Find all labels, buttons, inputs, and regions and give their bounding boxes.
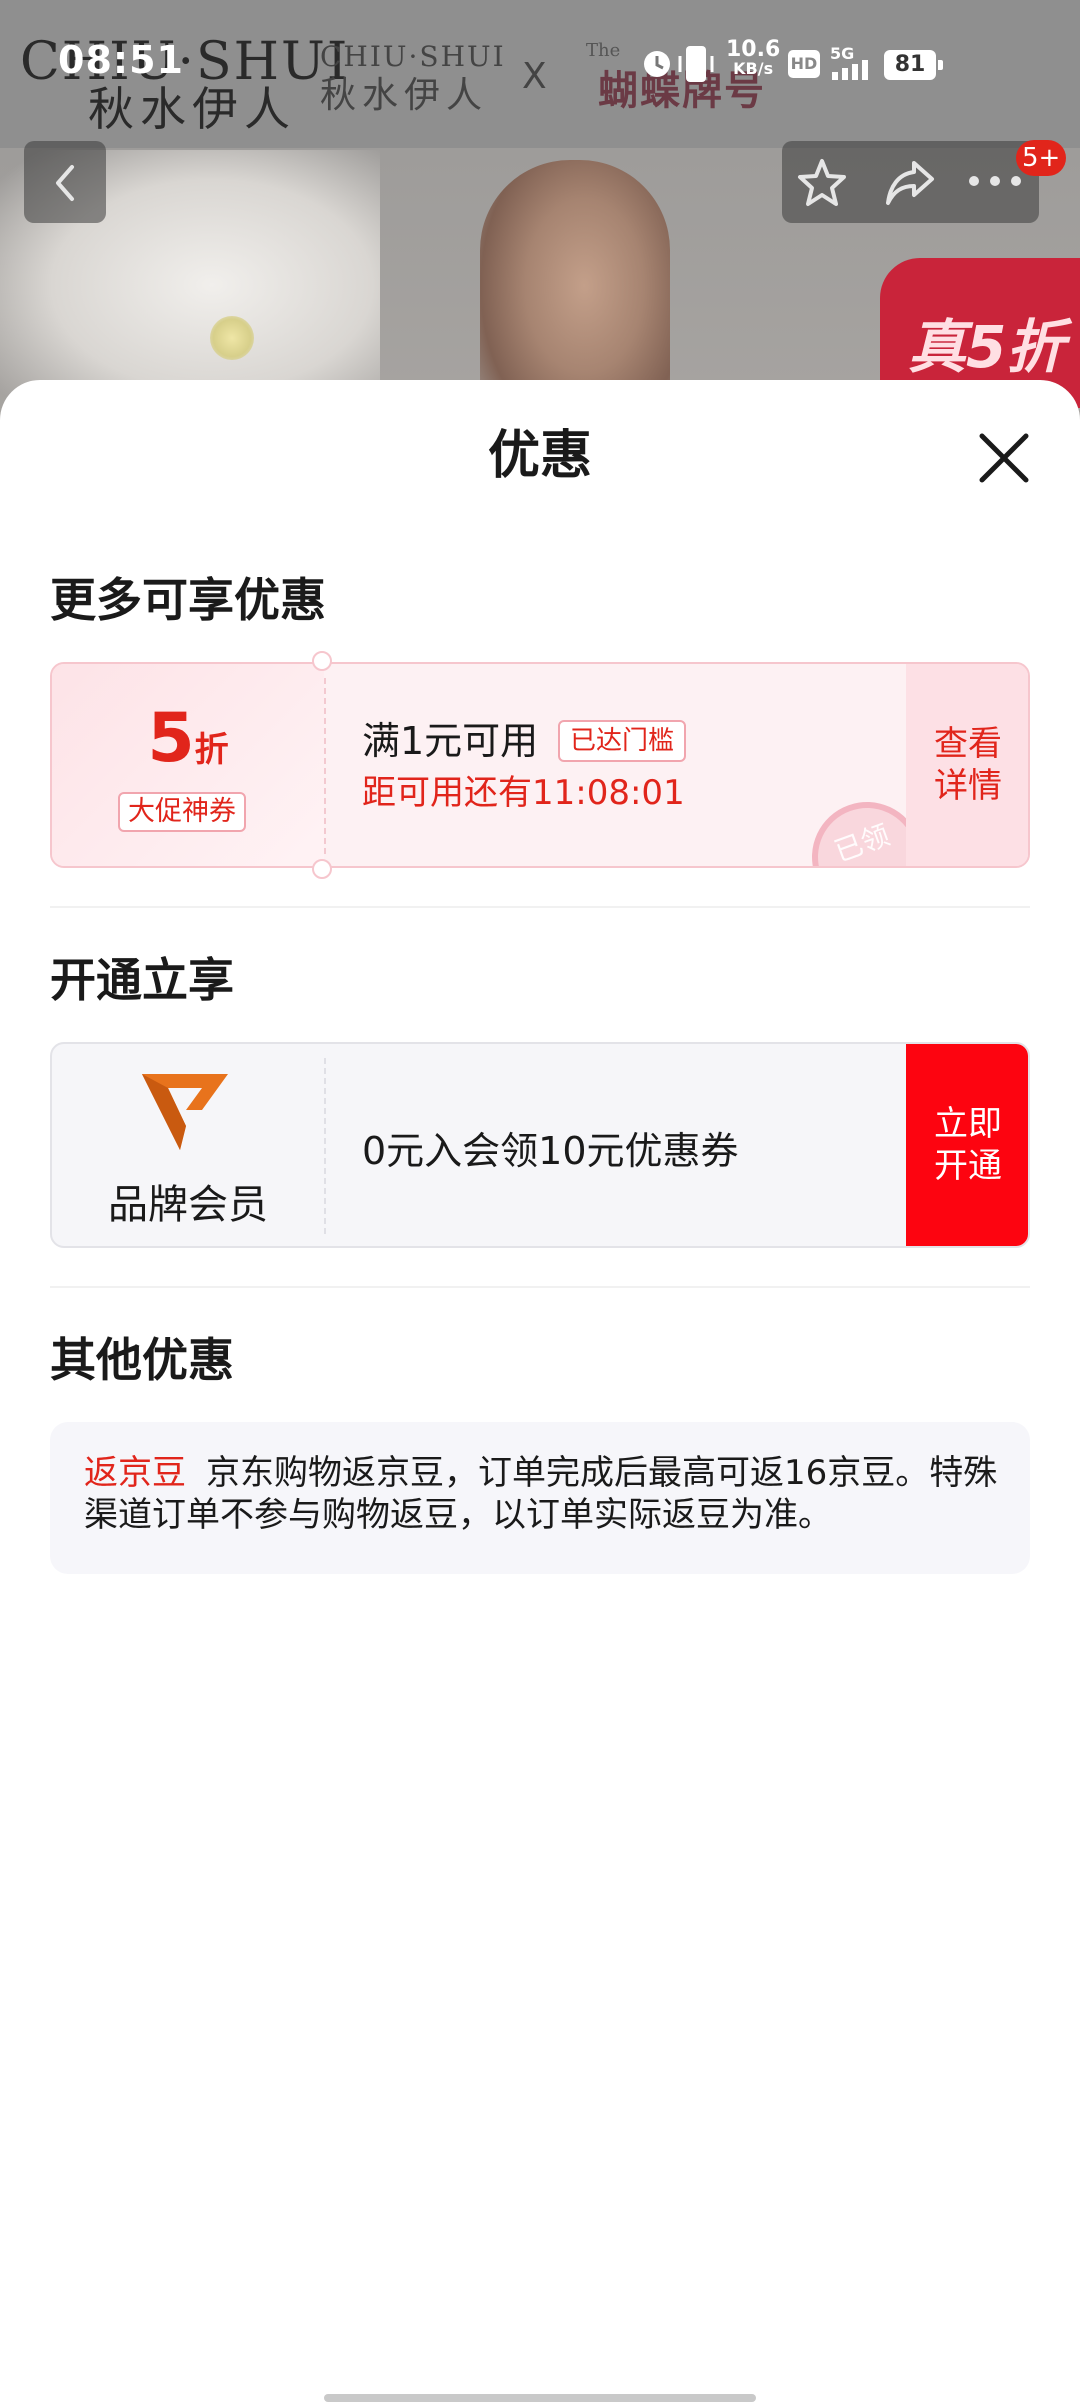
view-details-label: 查看详情: [934, 724, 1002, 806]
network-speed: 10.6 KB/s: [726, 39, 780, 78]
jd-beans-tag: 返京豆: [84, 1453, 186, 1493]
coupon-card[interactable]: 5折 大促神券 满1元可用 已达门槛 距可用还有11:08:01 已领 查看详情: [50, 662, 1030, 868]
member-label: 品牌会员: [108, 1182, 268, 1228]
brand-member-logo-icon: [142, 1074, 228, 1150]
network-speed-unit: KB/s: [733, 59, 774, 78]
vibrate-icon: [678, 46, 714, 82]
offers-sheet: 优惠 更多可享优惠 5折 大促神券 满1元可用 已达门槛 距可用还有11:08:…: [0, 380, 1080, 2408]
coupon-discount-unit: 折: [194, 730, 229, 770]
home-indicator[interactable]: [324, 2394, 756, 2402]
section-title-other: 其他优惠: [50, 1333, 234, 1387]
coupon-type-tag: 大促神券: [118, 792, 246, 832]
section-title-more: 更多可享优惠: [50, 573, 326, 627]
member-offer-text: 0元入会领10元优惠券: [362, 1129, 739, 1173]
coupon-notch-bottom: [312, 859, 332, 879]
threshold-reached-chip: 已达门槛: [558, 720, 687, 762]
section-divider: [50, 906, 1030, 908]
co-brand-cn: 秋水伊人: [320, 75, 489, 116]
coupon-discount-value: 5: [147, 699, 195, 778]
join-now-button[interactable]: 立即开通: [906, 1044, 1028, 1246]
flower-center-image: [210, 316, 254, 360]
alarm-icon: [644, 51, 670, 77]
star-icon[interactable]: [794, 155, 850, 211]
collab-cross: X: [522, 56, 547, 97]
section-divider: [50, 1286, 1030, 1288]
coupon-condition: 满1元可用: [362, 719, 539, 763]
notification-badge: 5+: [1016, 140, 1067, 176]
hd-indicator: HD: [788, 50, 820, 78]
join-now-label: 立即开通: [934, 1104, 1002, 1186]
more-icon[interactable]: [966, 171, 1024, 191]
header-action-group: [782, 141, 1039, 223]
coupon-notch-top: [312, 651, 332, 671]
close-icon[interactable]: [972, 426, 1036, 490]
signal-icon: [832, 60, 868, 80]
promo-text: 真5折: [908, 313, 1065, 381]
member-card[interactable]: 品牌会员 0元入会领10元优惠券 立即开通: [50, 1042, 1030, 1248]
sheet-title: 优惠: [487, 426, 592, 486]
member-divider: [324, 1058, 326, 1234]
back-button[interactable]: [24, 141, 106, 223]
battery-indicator: 81: [884, 50, 943, 80]
section-title-open: 开通立享: [50, 953, 234, 1007]
coupon-divider: [324, 678, 326, 854]
brand-logo-cn: 秋水伊人: [88, 82, 296, 136]
back-icon: [56, 165, 74, 201]
coupon-countdown: 距可用还有11:08:01: [362, 773, 685, 813]
status-time: 08:51: [58, 38, 184, 82]
view-details-button[interactable]: 查看详情: [906, 664, 1028, 866]
share-icon[interactable]: [882, 157, 938, 209]
coupon-discount: 5折: [52, 704, 324, 774]
jd-beans-text-block: 返京豆 京东购物返京豆，订单完成后最高可返16京豆。特殊渠道订单不参与购物返豆，以…: [84, 1452, 1004, 1536]
jd-beans-card: 返京豆 京东购物返京豆，订单完成后最高可返16京豆。特殊渠道订单不参与购物返豆，以…: [50, 1422, 1030, 1574]
jd-beans-description: 京东购物返京豆，订单完成后最高可返16京豆。特殊渠道订单不参与购物返豆，以订单实…: [84, 1453, 998, 1535]
